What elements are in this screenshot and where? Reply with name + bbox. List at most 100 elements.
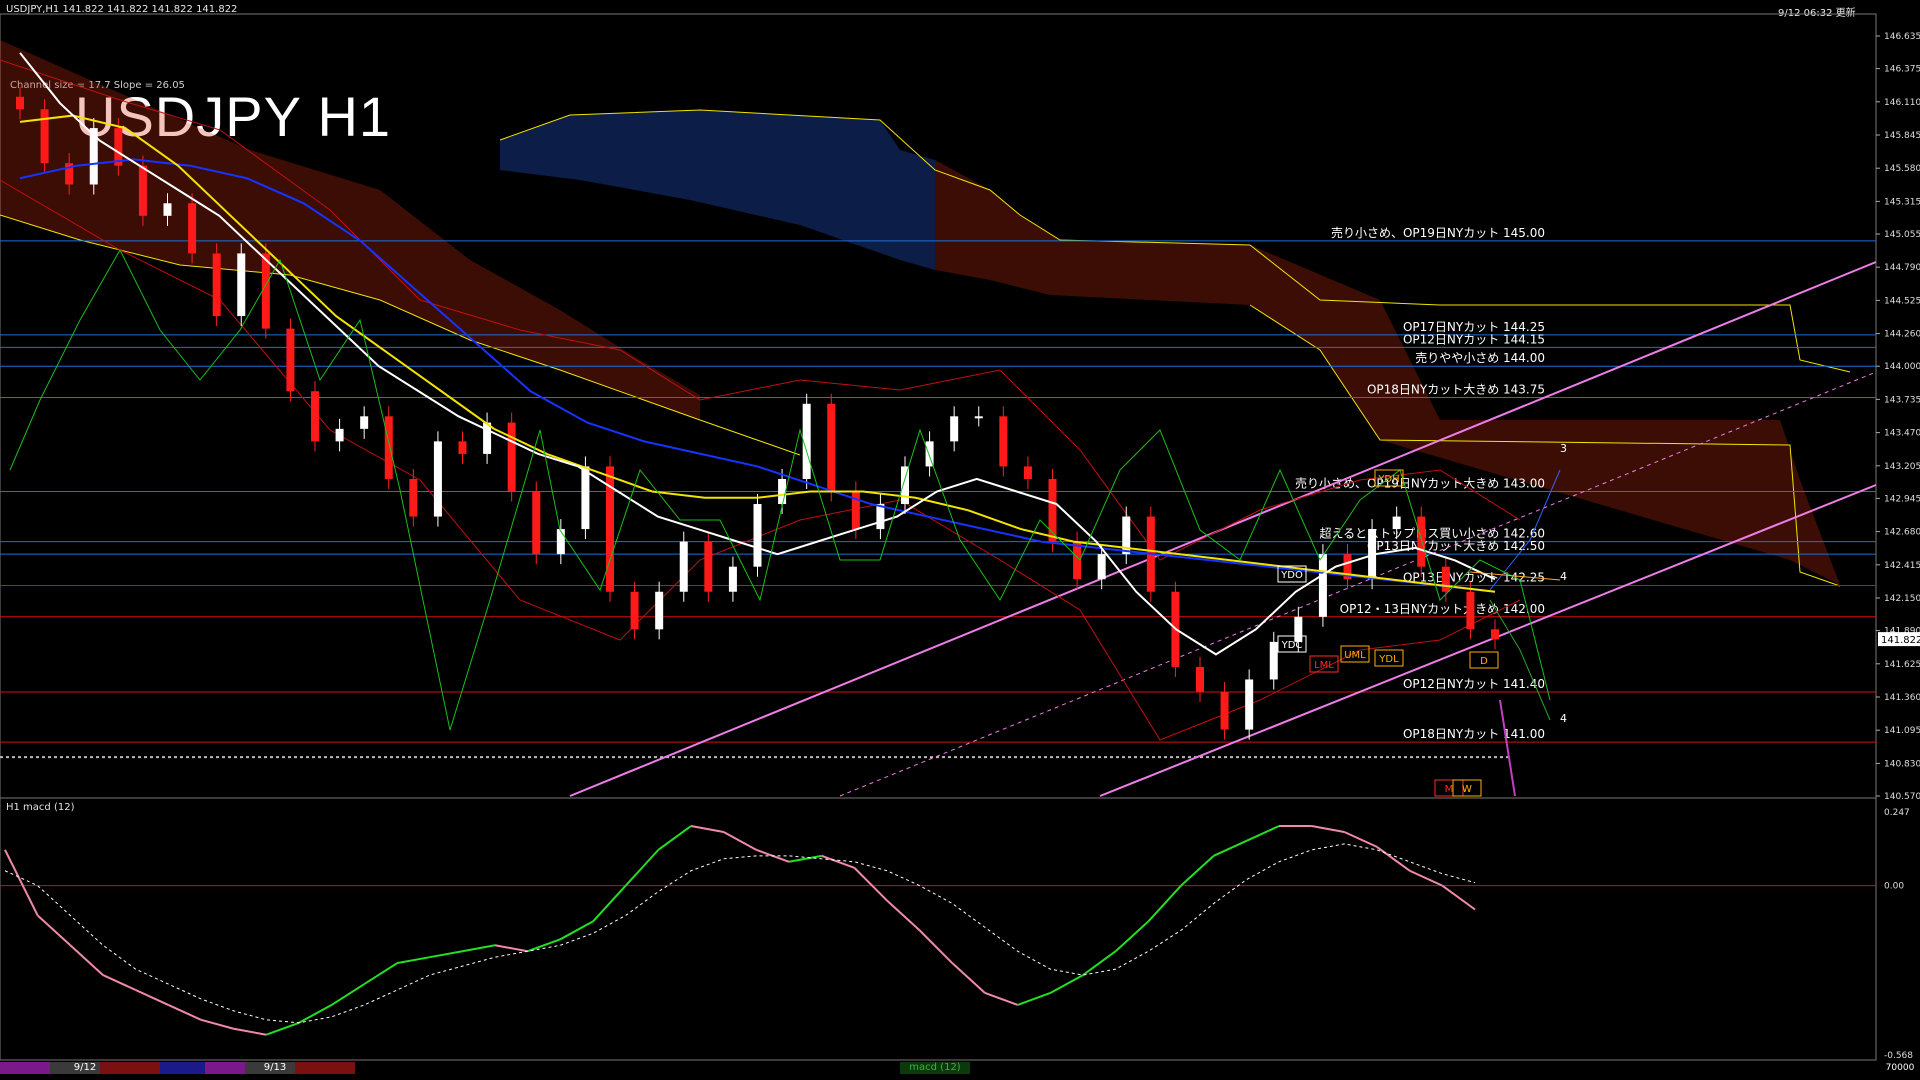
- macd-main-segment: [788, 854, 822, 863]
- macd-tick-label: 0.247: [1884, 808, 1910, 818]
- candle-body: [360, 416, 369, 429]
- price-tick-label: 143.470: [1884, 429, 1920, 439]
- price-tick-label: 142.680: [1884, 528, 1920, 538]
- level-label: 売り小さめ、OP19日NYカット 145.00: [1331, 225, 1545, 240]
- level-label: OP12日NYカット 141.40: [1403, 677, 1545, 691]
- macd-main-segment: [1017, 992, 1051, 1006]
- macd-main-segment: [167, 1003, 202, 1021]
- candle-body: [679, 541, 688, 592]
- level-label: 売りやや小さめ 144.00: [1415, 350, 1545, 365]
- macd-main-segment: [1245, 825, 1280, 842]
- volume-label: 70000: [1885, 1063, 1915, 1073]
- candle-body: [630, 591, 639, 630]
- price-tick-label: 142.415: [1884, 561, 1920, 571]
- candle-body: [1318, 554, 1327, 617]
- macd-main-segment: [363, 962, 398, 985]
- macd-tick-label: -0.568: [1884, 1051, 1913, 1061]
- macd-main-segment: [135, 989, 169, 1006]
- macd-main-segment: [723, 831, 757, 851]
- level-box-label: LML: [1314, 660, 1334, 671]
- wave-label: 4: [1560, 570, 1567, 583]
- channel-mid: [839, 371, 1877, 797]
- macd-main-segment: [592, 884, 627, 923]
- level-label: OP18日NYカット 141.00: [1403, 727, 1545, 741]
- macd-tick-label: 0.00: [1884, 882, 1904, 892]
- macd-main-segment: [265, 1021, 300, 1036]
- price-tick-label: 140.830: [1884, 759, 1920, 769]
- candle-body: [433, 441, 442, 517]
- price-tick-label: 144.260: [1884, 330, 1920, 340]
- candle-body: [261, 253, 270, 329]
- period-block: [160, 1062, 205, 1074]
- macd-signal-line: [4, 843, 1476, 1024]
- candle-body: [1269, 641, 1278, 680]
- period-block: [205, 1062, 245, 1074]
- candle-body: [556, 529, 565, 555]
- candle-body: [507, 422, 516, 492]
- price-tick-label: 143.205: [1884, 462, 1920, 472]
- level-label: OP12・13日NYカット大きめ 142.00: [1340, 602, 1545, 616]
- price-tick-label: 144.525: [1884, 296, 1920, 306]
- price-tick-label: 141.360: [1884, 693, 1920, 703]
- level-box-label: YDH: [1377, 474, 1399, 485]
- macd-main-segment: [233, 1027, 267, 1036]
- price-tick-label: 141.625: [1884, 660, 1920, 670]
- candle-body: [1023, 466, 1032, 479]
- macd-main-segment: [331, 983, 365, 1006]
- period-separator-bar: 9/12 9/13 macd (12) 70000: [0, 1062, 1914, 1074]
- level-box-label: YDO: [1280, 570, 1303, 581]
- candle-body: [728, 566, 737, 592]
- price-chart[interactable]: 146.635 146.375 146.110 145.845 145.580 145.3…: [0, 0, 1920, 1080]
- macd-main-segment: [657, 825, 692, 851]
- macd-main-segment: [690, 825, 724, 833]
- macd-main-segment: [984, 992, 1019, 1006]
- candle-body: [655, 591, 664, 630]
- candle-body: [458, 441, 467, 454]
- macd-main-segment: [1114, 920, 1150, 952]
- candle-body: [974, 416, 983, 419]
- candle-body: [1196, 666, 1204, 692]
- candle-body: [1417, 516, 1426, 567]
- indicator-tab[interactable]: macd (12): [900, 1062, 970, 1074]
- price-pane-frame: [0, 13, 1877, 799]
- level-box-label: D: [1480, 656, 1488, 667]
- candle-body: [778, 478, 787, 505]
- wave-label: 3: [1560, 442, 1567, 455]
- projection-down: [1489, 599, 1551, 721]
- macd-main-segment: [69, 944, 104, 976]
- candle-body: [1294, 616, 1303, 642]
- candle-body: [876, 504, 885, 530]
- candle-body: [1097, 554, 1106, 580]
- macd-main-segment: [1409, 869, 1443, 887]
- level-box-label: YDL: [1378, 654, 1399, 665]
- candle-body: [532, 491, 541, 555]
- level-box-label: M: [1445, 784, 1454, 795]
- level-box-label: W: [1462, 784, 1472, 795]
- price-tick-label: 142.150: [1884, 594, 1920, 604]
- macd-main-segment: [4, 849, 39, 916]
- candle-body: [1441, 566, 1450, 592]
- macd-main-segment: [1180, 855, 1215, 887]
- date-label: 9/12: [73, 1062, 97, 1073]
- macd-main-segment: [102, 974, 137, 991]
- candle-body: [950, 416, 959, 442]
- candle-body: [901, 466, 909, 505]
- price-tick-label: 145.315: [1884, 197, 1920, 207]
- price-tick-label: 143.735: [1884, 395, 1920, 405]
- candle-body: [999, 416, 1008, 467]
- candle-body: [16, 96, 24, 110]
- price-tick-label: 144.790: [1884, 263, 1920, 273]
- price-tick-label: 146.635: [1884, 32, 1920, 42]
- macd-main-segment: [527, 938, 561, 953]
- candle-body: [1245, 679, 1254, 730]
- candle-body: [704, 541, 713, 592]
- price-tick-label: 144.000: [1884, 362, 1920, 372]
- candle-body: [40, 109, 49, 164]
- price-tick-label: 141.095: [1884, 726, 1920, 736]
- candle-body: [188, 203, 197, 254]
- macd-main-segment: [559, 920, 594, 941]
- level-label: OP12日NYカット 144.15: [1403, 332, 1545, 346]
- macd-main-segment: [1376, 846, 1411, 872]
- kumo-blue-fill: [500, 110, 935, 270]
- candle-body: [1220, 691, 1229, 730]
